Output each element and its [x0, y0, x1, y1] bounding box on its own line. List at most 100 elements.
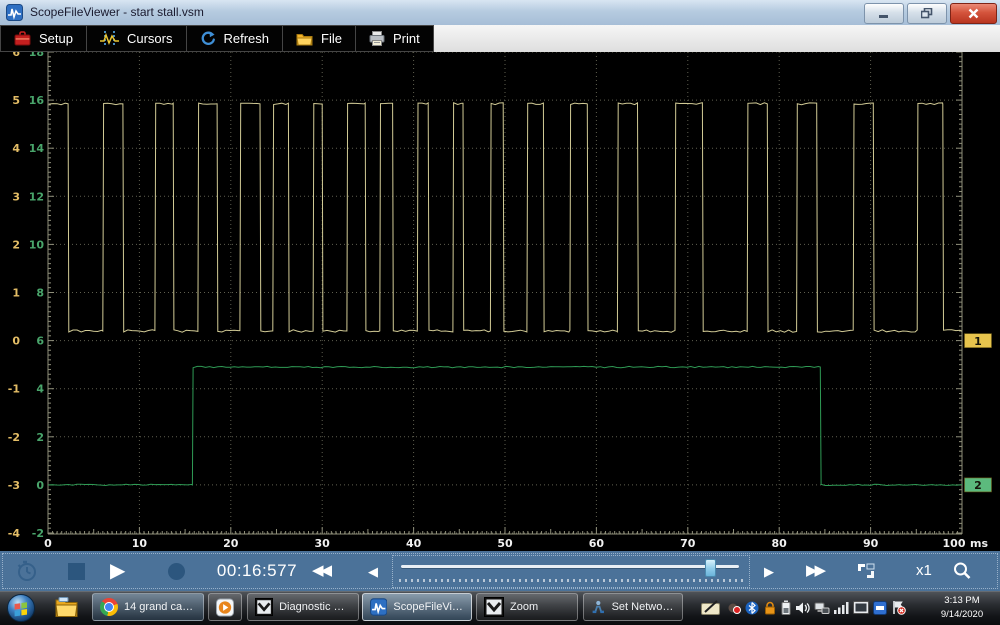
slider-tick-strip	[399, 579, 743, 582]
svg-text:-2: -2	[8, 431, 20, 444]
svg-text:5: 5	[12, 94, 20, 107]
waveform-icon	[370, 597, 387, 617]
minimize-button[interactable]	[864, 3, 904, 24]
tablet-pen-icon[interactable]	[701, 600, 723, 615]
network-setup-icon	[591, 598, 606, 616]
start-button[interactable]	[6, 593, 36, 623]
setup-label: Setup	[39, 31, 73, 46]
svg-text:12: 12	[29, 190, 44, 203]
taskbar-button-set-network[interactable]: Set Network L...	[583, 593, 683, 621]
taskbar-button-scopefileviewer[interactable]: ScopeFileView...	[362, 593, 472, 621]
refresh-button[interactable]: Refresh	[187, 25, 284, 52]
svg-text:60: 60	[589, 537, 605, 550]
file-label: File	[321, 31, 342, 46]
svg-text:70: 70	[680, 537, 696, 550]
svg-text:100: 100	[943, 537, 966, 550]
svg-text:6: 6	[12, 52, 20, 59]
scope-display: 6185164143122101806-14-22-30-4-201020304…	[0, 52, 1000, 551]
display-icon[interactable]	[853, 601, 869, 614]
close-button[interactable]	[950, 3, 997, 24]
cursors-icon	[100, 31, 119, 46]
window-title: ScopeFileViewer - start stall.vsm	[30, 0, 204, 25]
setup-button[interactable]: Setup	[0, 25, 87, 52]
fast-forward-button[interactable]: ▶▶	[806, 563, 823, 579]
media-player-icon	[216, 598, 234, 617]
restore-icon	[921, 8, 933, 19]
rewind-button[interactable]: ◀◀	[312, 563, 329, 579]
taskbar-label-diagnostic-suite: Diagnostic Suite	[279, 601, 351, 613]
scope-plot: 6185164143122101806-14-22-30-4-201020304…	[0, 52, 1000, 551]
taskbar-button-zoom[interactable]: Zoom	[476, 593, 578, 621]
volume-icon[interactable]	[795, 601, 810, 615]
svg-text:4: 4	[36, 383, 44, 396]
playback-time: 00:16:577	[203, 561, 311, 581]
svg-text:20: 20	[223, 537, 239, 550]
stop-button[interactable]	[68, 563, 85, 580]
svg-text:6: 6	[36, 335, 44, 348]
toolbar-button-group: Setup Cursors Refresh	[0, 25, 434, 52]
file-button[interactable]: File	[283, 25, 356, 52]
channel-2-badge[interactable]: 2	[965, 478, 992, 492]
step-back-button[interactable]: ◀	[368, 564, 375, 580]
svg-text:4: 4	[12, 142, 20, 155]
restore-button[interactable]	[907, 3, 947, 24]
svg-text:10: 10	[29, 238, 45, 251]
play-button[interactable]: ▶	[110, 558, 125, 584]
explorer-button[interactable]	[54, 596, 79, 619]
svg-text:ms: ms	[970, 537, 988, 550]
svg-text:40: 40	[406, 537, 422, 550]
cursors-button[interactable]: Cursors	[87, 25, 187, 52]
toolbox-icon	[14, 31, 31, 46]
device-disconnected-icon[interactable]	[727, 601, 741, 615]
taskbar-button-diagnostic-suite[interactable]: Diagnostic Suite	[247, 593, 359, 621]
bluetooth-icon[interactable]	[745, 601, 759, 615]
svg-text:0: 0	[36, 479, 44, 492]
close-icon	[968, 8, 979, 19]
svg-text:10: 10	[132, 537, 148, 550]
print-button[interactable]: Print	[356, 25, 434, 52]
signal-strength-icon[interactable]	[834, 601, 849, 614]
grid-lines	[48, 52, 962, 534]
taskbar-button-chrome[interactable]: 14 grand carav...	[92, 593, 204, 621]
svg-text:18: 18	[29, 52, 44, 59]
svg-text:90: 90	[863, 537, 879, 550]
svg-text:1: 1	[12, 287, 20, 300]
folder-icon	[296, 32, 313, 46]
vnc-icon[interactable]	[873, 601, 887, 615]
battery-icon[interactable]	[781, 600, 791, 615]
svg-text:1: 1	[974, 335, 982, 348]
security-alert-icon[interactable]	[763, 601, 777, 615]
slider-track[interactable]	[401, 565, 739, 568]
action-center-flag-icon[interactable]	[891, 600, 906, 615]
svg-text:16: 16	[29, 94, 45, 107]
channel-1-trace	[49, 103, 962, 333]
record-button[interactable]	[168, 563, 185, 580]
step-forward-button[interactable]: ▶	[764, 564, 771, 580]
title-bar[interactable]: ScopeFileViewer - start stall.vsm	[0, 0, 1000, 26]
svg-text:14: 14	[29, 142, 45, 155]
system-tray	[701, 600, 906, 615]
playback-bar: ▶ 00:16:577 ◀◀ ◀ ▶ ▶▶ x1	[0, 551, 1000, 591]
network-computer-icon[interactable]	[814, 601, 830, 615]
zoom-factor-label[interactable]: x1	[916, 562, 932, 579]
taskbar-button-media-player[interactable]	[208, 593, 242, 621]
printer-icon	[369, 31, 385, 46]
y-axis-labels: 6185164143122101806-14-22-30-4-2	[8, 52, 45, 540]
timer-icon[interactable]	[14, 560, 40, 582]
svg-text:-1: -1	[8, 383, 20, 396]
taskbar-label-zoom: Zoom	[510, 601, 538, 613]
taskbar-clock[interactable]: 3:13 PM 9/14/2020	[930, 594, 994, 622]
app-waveform-icon	[6, 4, 23, 21]
timeline-slider[interactable]	[392, 555, 750, 588]
svg-text:50: 50	[497, 537, 513, 550]
chrome-icon	[100, 598, 118, 616]
v-logo-icon	[255, 597, 273, 617]
slider-thumb[interactable]	[705, 559, 716, 577]
magnifier-icon[interactable]	[952, 561, 972, 581]
channel-1-badge[interactable]: 1	[965, 334, 992, 348]
svg-text:2: 2	[12, 238, 20, 251]
toolbar: Setup Cursors Refresh	[0, 25, 1000, 52]
clock-time: 3:13 PM	[930, 594, 994, 608]
svg-text:-3: -3	[8, 479, 20, 492]
fit-screen-icon[interactable]	[856, 562, 876, 580]
